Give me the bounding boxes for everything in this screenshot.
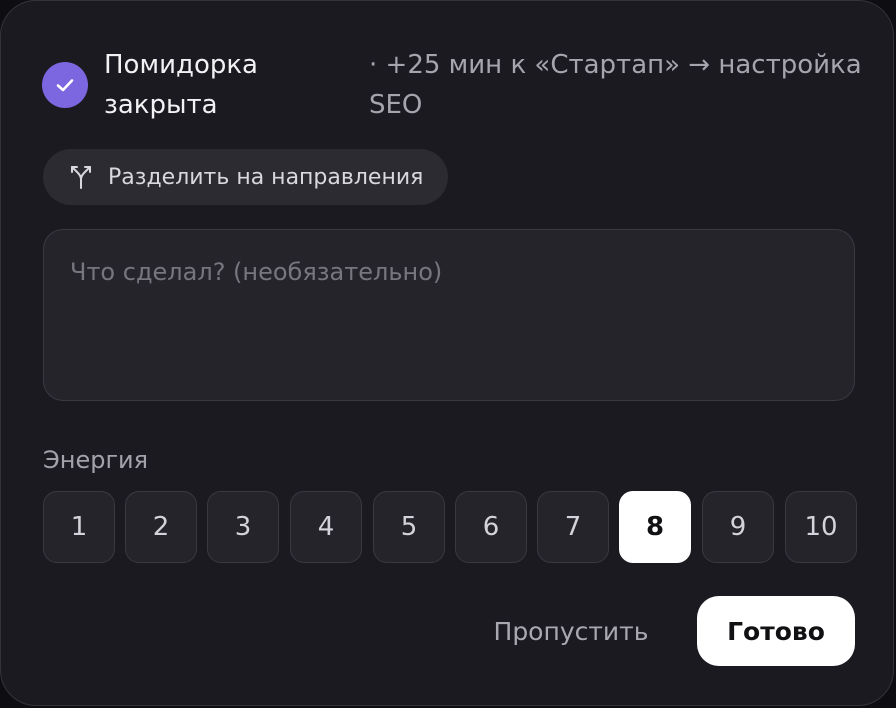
energy-option-3[interactable]: 3 <box>207 491 279 563</box>
what-done-textarea[interactable] <box>43 229 855 401</box>
energy-option-6[interactable]: 6 <box>455 491 527 563</box>
energy-option-8[interactable]: 8 <box>619 491 691 563</box>
energy-option-7[interactable]: 7 <box>537 491 609 563</box>
energy-label: Энергия <box>43 446 149 474</box>
skip-button[interactable]: Пропустить <box>479 601 663 661</box>
done-button[interactable]: Готово <box>697 596 855 666</box>
split-button-label: Разделить на направления <box>108 164 424 190</box>
energy-option-4[interactable]: 4 <box>290 491 362 563</box>
energy-option-2[interactable]: 2 <box>125 491 197 563</box>
energy-option-5[interactable]: 5 <box>373 491 445 563</box>
split-into-directions-button[interactable]: Разделить на направления <box>43 149 448 205</box>
session-summary: · +25 мин к «Стартап» → настройка SEO <box>369 50 862 120</box>
energy-option-10[interactable]: 10 <box>785 491 857 563</box>
dialog-title: Помидорка закрыта <box>104 50 258 120</box>
energy-option-9[interactable]: 9 <box>702 491 774 563</box>
pomodoro-complete-dialog: Помидорка закрыта · +25 мин к «Стартап» … <box>0 0 894 706</box>
energy-selector: 1 2 3 4 5 6 7 8 9 10 <box>43 491 857 563</box>
energy-option-1[interactable]: 1 <box>43 491 115 563</box>
split-arrows-icon <box>67 163 95 191</box>
check-circle-icon <box>42 62 88 108</box>
